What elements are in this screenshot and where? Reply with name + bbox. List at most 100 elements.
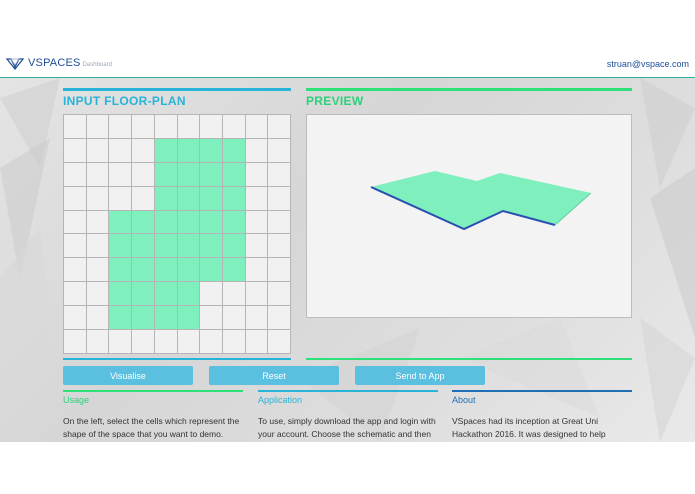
grid-cell[interactable]: [268, 210, 291, 235]
grid-cell[interactable]: [64, 234, 87, 259]
grid-cell[interactable]: [222, 210, 246, 235]
grid-cell[interactable]: [109, 115, 133, 139]
grid-cell[interactable]: [109, 186, 133, 211]
grid-cell[interactable]: [109, 282, 133, 307]
grid-cell[interactable]: [109, 306, 133, 331]
grid-cell[interactable]: [132, 138, 155, 163]
grid-cell[interactable]: [245, 115, 269, 139]
grid-cell[interactable]: [64, 282, 87, 307]
grid-cell[interactable]: [245, 330, 269, 354]
grid-cell[interactable]: [132, 186, 155, 211]
grid-cell[interactable]: [200, 234, 223, 259]
grid-cell[interactable]: [86, 330, 110, 354]
grid-cell[interactable]: [177, 162, 201, 187]
grid-cell[interactable]: [268, 282, 291, 307]
grid-cell[interactable]: [132, 282, 155, 307]
grid-cell[interactable]: [154, 306, 178, 331]
grid-cell[interactable]: [64, 115, 87, 139]
grid-cell[interactable]: [177, 234, 201, 259]
grid-cell[interactable]: [64, 162, 87, 187]
grid-cell[interactable]: [64, 138, 87, 163]
grid-cell[interactable]: [177, 330, 201, 354]
grid-cell[interactable]: [64, 330, 87, 354]
grid-cell[interactable]: [200, 162, 223, 187]
grid-cell[interactable]: [222, 306, 246, 331]
grid-cell[interactable]: [154, 138, 178, 163]
grid-cell[interactable]: [86, 234, 110, 259]
grid-cell[interactable]: [64, 186, 87, 211]
grid-cell[interactable]: [177, 210, 201, 235]
grid-cell[interactable]: [109, 138, 133, 163]
grid-cell[interactable]: [86, 162, 110, 187]
grid-cell[interactable]: [132, 210, 155, 235]
grid-cell[interactable]: [222, 138, 246, 163]
grid-cell[interactable]: [268, 306, 291, 331]
grid-cell[interactable]: [222, 330, 246, 354]
preview-viewport[interactable]: [306, 114, 632, 318]
grid-cell[interactable]: [222, 162, 246, 187]
grid-cell[interactable]: [109, 258, 133, 283]
grid-cell[interactable]: [268, 162, 291, 187]
grid-cell[interactable]: [245, 306, 269, 331]
grid-cell[interactable]: [222, 282, 246, 307]
grid-cell[interactable]: [200, 282, 223, 307]
grid-cell[interactable]: [200, 210, 223, 235]
grid-cell[interactable]: [245, 282, 269, 307]
grid-cell[interactable]: [86, 210, 110, 235]
grid-cell[interactable]: [64, 306, 87, 331]
grid-cell[interactable]: [154, 258, 178, 283]
grid-cell[interactable]: [154, 162, 178, 187]
grid-cell[interactable]: [200, 330, 223, 354]
grid-cell[interactable]: [86, 138, 110, 163]
grid-cell[interactable]: [154, 115, 178, 139]
grid-cell[interactable]: [268, 330, 291, 354]
grid-cell[interactable]: [268, 115, 291, 139]
send-to-app-button[interactable]: Send to App: [355, 366, 485, 385]
grid-cell[interactable]: [177, 258, 201, 283]
grid-cell[interactable]: [109, 330, 133, 354]
grid-cell[interactable]: [132, 115, 155, 139]
grid-cell[interactable]: [154, 186, 178, 211]
grid-cell[interactable]: [64, 258, 87, 283]
grid-cell[interactable]: [200, 258, 223, 283]
grid-cell[interactable]: [245, 234, 269, 259]
grid-cell[interactable]: [177, 306, 201, 331]
grid-cell[interactable]: [109, 210, 133, 235]
grid-cell[interactable]: [177, 138, 201, 163]
brand-logo[interactable]: VSPACES Dashboard: [6, 56, 112, 70]
grid-cell[interactable]: [154, 234, 178, 259]
grid-cell[interactable]: [177, 282, 201, 307]
grid-cell[interactable]: [268, 234, 291, 259]
grid-cell[interactable]: [109, 234, 133, 259]
grid-cell[interactable]: [109, 162, 133, 187]
floor-plan-grid[interactable]: [63, 114, 291, 354]
grid-cell[interactable]: [86, 115, 110, 139]
grid-cell[interactable]: [268, 138, 291, 163]
grid-cell[interactable]: [245, 258, 269, 283]
grid-cell[interactable]: [268, 186, 291, 211]
grid-cell[interactable]: [200, 115, 223, 139]
grid-cell[interactable]: [177, 186, 201, 211]
grid-cell[interactable]: [222, 234, 246, 259]
grid-cell[interactable]: [200, 138, 223, 163]
grid-cell[interactable]: [222, 186, 246, 211]
grid-cell[interactable]: [154, 330, 178, 354]
grid-cell[interactable]: [245, 210, 269, 235]
grid-cell[interactable]: [268, 258, 291, 283]
grid-cell[interactable]: [132, 234, 155, 259]
grid-cell[interactable]: [154, 282, 178, 307]
grid-cell[interactable]: [222, 115, 246, 139]
grid-cell[interactable]: [132, 162, 155, 187]
grid-cell[interactable]: [222, 258, 246, 283]
grid-cell[interactable]: [86, 282, 110, 307]
user-account-link[interactable]: struan@vspace.com: [607, 59, 689, 69]
reset-button[interactable]: Reset: [209, 366, 339, 385]
grid-cell[interactable]: [200, 186, 223, 211]
grid-cell[interactable]: [86, 258, 110, 283]
visualise-button[interactable]: Visualise: [63, 366, 193, 385]
grid-cell[interactable]: [200, 306, 223, 331]
grid-cell[interactable]: [132, 306, 155, 331]
grid-cell[interactable]: [245, 186, 269, 211]
grid-cell[interactable]: [177, 115, 201, 139]
grid-cell[interactable]: [154, 210, 178, 235]
